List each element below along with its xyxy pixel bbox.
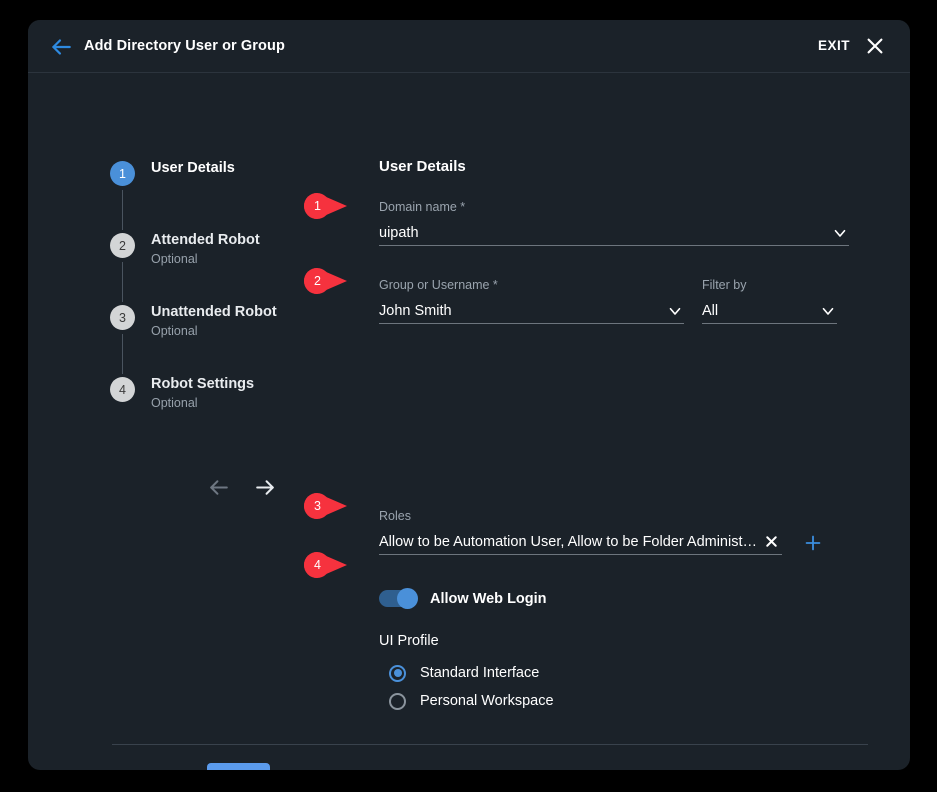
step-number-badge: 3 (110, 305, 135, 330)
group-or-username-label: Group or Username * (379, 278, 498, 292)
callout-marker-3: 3 (301, 493, 349, 519)
allow-web-login-label: Allow Web Login (430, 590, 547, 607)
group-filter-row: Group or Username * John Smith Filter by (379, 277, 849, 324)
radio-label: Standard Interface (420, 665, 540, 681)
add-button[interactable]: ADD (207, 763, 270, 770)
radio-button-icon (389, 692, 406, 710)
step-number-badge: 2 (110, 233, 135, 258)
domain-name-value: uipath (379, 224, 419, 241)
domain-name-field: Domain name * uipath (379, 199, 849, 246)
radio-dot (393, 669, 402, 677)
filter-by-value: All (702, 302, 719, 319)
dialog-header: Add Directory User or Group EXIT (28, 20, 910, 73)
chevron-down-icon[interactable] (831, 224, 849, 242)
roles-select[interactable]: Allow to be Automation User, Allow to be… (379, 529, 782, 555)
filter-by-select[interactable]: All (702, 298, 837, 324)
chevron-down-icon[interactable] (666, 302, 684, 320)
radio-personal-workspace[interactable]: Personal Workspace (389, 687, 849, 715)
step-text-block: Robot Settings Optional (151, 374, 254, 412)
arrow-left-icon[interactable] (48, 34, 74, 60)
step-label: Unattended Robot (151, 304, 277, 320)
sidebar-item-robot-settings[interactable]: 4 Robot Settings Optional (110, 374, 340, 414)
allow-web-login-toggle[interactable] (379, 588, 418, 609)
filter-by-field: Filter by All (702, 277, 837, 324)
ui-profile-group: UI Profile Standard Interface Personal W… (379, 633, 849, 715)
step-label: User Details (151, 160, 235, 176)
step-number-badge: 1 (110, 161, 135, 186)
footer-divider (112, 744, 868, 745)
domain-name-label: Domain name * (379, 200, 466, 214)
step-sublabel: Optional (151, 324, 198, 338)
wizard-stepper: 1 User Details 2 Attended Robot Optional… (110, 158, 340, 414)
callout-number: 3 (314, 499, 321, 513)
callout-number: 4 (314, 558, 321, 572)
sidebar-item-attended-robot[interactable]: 2 Attended Robot Optional (110, 230, 340, 302)
step-text-block: Attended Robot Optional (151, 230, 260, 268)
domain-name-select[interactable]: uipath (379, 220, 849, 246)
roles-field: Roles Allow to be Automation User, Allow… (379, 508, 849, 555)
page-title: Add Directory User or Group (84, 38, 285, 54)
step-text-block: Unattended Robot Optional (151, 302, 277, 340)
group-or-username-field: Group or Username * John Smith (379, 277, 684, 324)
allow-web-login-row: Allow Web Login (379, 588, 849, 609)
step-sublabel: Optional (151, 252, 198, 266)
callout-pin-shape (304, 493, 347, 519)
exit-button[interactable]: EXIT (818, 38, 850, 53)
filter-by-label: Filter by (702, 278, 747, 292)
next-step-button[interactable] (253, 475, 278, 500)
roles-label: Roles (379, 509, 411, 523)
callout-marker-4: 4 (301, 552, 349, 578)
radio-label: Personal Workspace (420, 693, 554, 709)
group-or-username-value: John Smith (379, 302, 452, 319)
close-icon[interactable] (864, 35, 886, 57)
previous-step-button[interactable] (206, 475, 231, 500)
sidebar-item-unattended-robot[interactable]: 3 Unattended Robot Optional (110, 302, 340, 374)
user-details-form: User Details Domain name * uipath Group … (379, 158, 849, 715)
chevron-down-icon[interactable] (819, 302, 837, 320)
add-directory-user-dialog: Add Directory User or Group EXIT 1 User … (28, 20, 910, 770)
step-connector (122, 190, 123, 230)
step-sublabel: Optional (151, 396, 198, 410)
sidebar-item-user-details[interactable]: 1 User Details (110, 158, 340, 230)
step-connector (122, 262, 123, 302)
step-number-badge: 4 (110, 377, 135, 402)
radio-button-icon (389, 664, 406, 682)
close-icon[interactable] (763, 533, 780, 550)
callout-pin-shape (304, 552, 347, 578)
step-label: Robot Settings (151, 376, 255, 392)
roles-value: Allow to be Automation User, Allow to be… (379, 533, 757, 550)
dialog-body: 1 User Details 2 Attended Robot Optional… (28, 73, 910, 770)
radio-standard-interface[interactable]: Standard Interface (389, 659, 849, 687)
group-or-username-select[interactable]: John Smith (379, 298, 684, 324)
step-connector (122, 334, 123, 374)
plus-icon[interactable] (802, 532, 824, 554)
step-label: Attended Robot (151, 232, 260, 248)
step-text-block: User Details (151, 158, 235, 178)
section-title: User Details (379, 158, 466, 175)
ui-profile-title: UI Profile (379, 633, 439, 649)
stepper-navigation (206, 475, 278, 500)
